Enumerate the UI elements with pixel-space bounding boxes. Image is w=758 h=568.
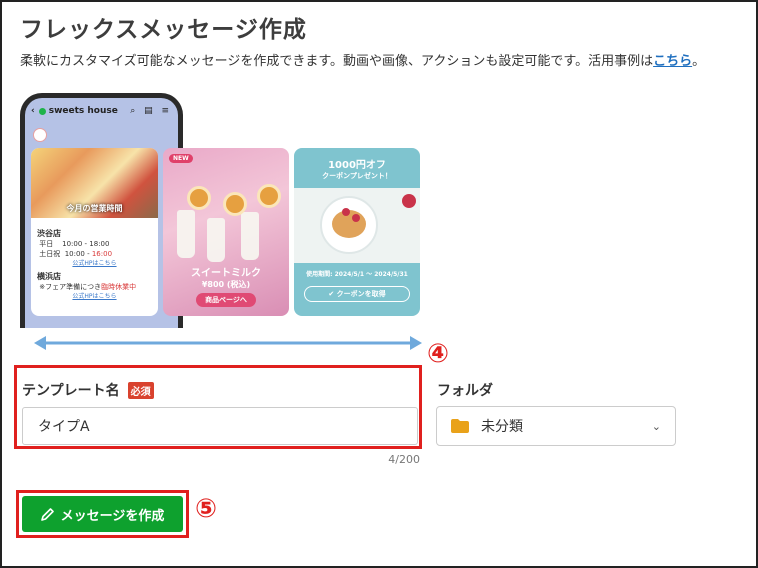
closure-notice: ※フェア準備につき臨時休業中	[37, 282, 152, 292]
pastry-image: 今月の営業時間	[31, 148, 158, 218]
account-name: sweets house	[48, 106, 118, 116]
notice-text: ※フェア準備につき	[39, 283, 102, 291]
account-avatar	[33, 128, 47, 142]
case-study-link[interactable]: こちら	[653, 54, 692, 69]
chevron-down-icon: ⌄	[651, 419, 661, 433]
hours-caption: 今月の営業時間	[66, 204, 123, 213]
hours-row-weekday: 平日 10:00 - 18:00	[37, 239, 152, 249]
row2-time-a: 10:00 -	[64, 250, 92, 258]
new-badge: NEW	[169, 154, 193, 163]
folder-icon	[451, 419, 469, 433]
row1-label: 平日	[39, 240, 54, 248]
step-4-marker: ④	[427, 339, 450, 369]
get-coupon-button[interactable]: ✔ クーポンを取得	[304, 286, 410, 302]
row2-label: 土日祝	[39, 250, 61, 258]
folder-select-value: 未分類	[481, 419, 523, 435]
coupon-title: 1000円オフ	[328, 160, 386, 171]
char-counter: 4/200	[388, 453, 420, 466]
milk-bottle-image	[207, 218, 225, 262]
milk-bottle-image	[241, 212, 259, 260]
step-5-highlight	[16, 490, 189, 538]
page-title: フレックスメッセージ作成	[20, 17, 307, 43]
verified-badge-icon	[38, 107, 46, 115]
phone-header: ‹ sweets house ⌕ ▤ ≡	[25, 98, 178, 124]
berry-shape	[402, 194, 416, 208]
scroll-arrow-icon	[34, 336, 422, 350]
product-name: スイートミルク	[191, 268, 261, 279]
berry-shape	[342, 208, 350, 216]
notice-highlight: 臨時休業中	[101, 283, 137, 291]
product-page-button[interactable]: 商品ページへ	[196, 293, 256, 307]
store1-link[interactable]: 公式HPはこちら	[37, 259, 152, 269]
step-4-highlight	[14, 365, 422, 449]
flex-card-coupon: 1000円オフ クーポンプレゼント！ 使用期間: 2024/5/1 〜 2024…	[294, 148, 420, 316]
folder-select[interactable]: 未分類 ⌄	[436, 406, 676, 446]
product-price: ¥800 (税込)	[201, 280, 251, 289]
back-icon: ‹	[31, 106, 35, 116]
row2-time-b: 16:00	[91, 250, 113, 258]
coupon-subtitle: クーポンプレゼント！	[322, 172, 392, 180]
store1-name: 渋谷店	[37, 229, 61, 238]
hours-row-weekend: 土日祝 10:00 - 16:00	[37, 249, 152, 259]
flex-card-product: NEW スイートミルク ¥800 (税込) 商品ページへ	[163, 148, 289, 316]
step-5-marker: ⑤	[195, 494, 218, 524]
pancake-image	[294, 188, 420, 263]
store2-name: 横浜店	[37, 272, 61, 281]
donut-image	[223, 192, 247, 216]
berry-shape	[352, 214, 360, 222]
page-description: 柔軟にカスタマイズ可能なメッセージを作成できます。動画や画像、アクションも設定可…	[20, 50, 705, 69]
store2-link[interactable]: 公式HPはこちら	[37, 292, 152, 302]
hours-body: 渋谷店 平日 10:00 - 18:00 土日祝 10:00 - 16:00 公…	[31, 218, 158, 310]
coupon-period: 使用期間: 2024/5/1 〜 2024/5/31	[306, 271, 408, 278]
description-text: 柔軟にカスタマイズ可能なメッセージを作成できます。動画や画像、アクションも設定可…	[20, 54, 654, 69]
plate-image	[320, 196, 378, 254]
row1-time: 10:00 - 18:00	[62, 240, 110, 248]
search-menu-icons: ⌕ ▤ ≡	[130, 106, 172, 116]
donut-image	[257, 184, 281, 208]
flex-card-hours: 今月の営業時間 渋谷店 平日 10:00 - 18:00 土日祝 10:00 -…	[31, 148, 158, 316]
description-end: 。	[692, 54, 706, 69]
folder-label: フォルダ	[437, 383, 493, 399]
donut-image	[187, 186, 211, 210]
milk-bottle-image	[177, 210, 195, 258]
